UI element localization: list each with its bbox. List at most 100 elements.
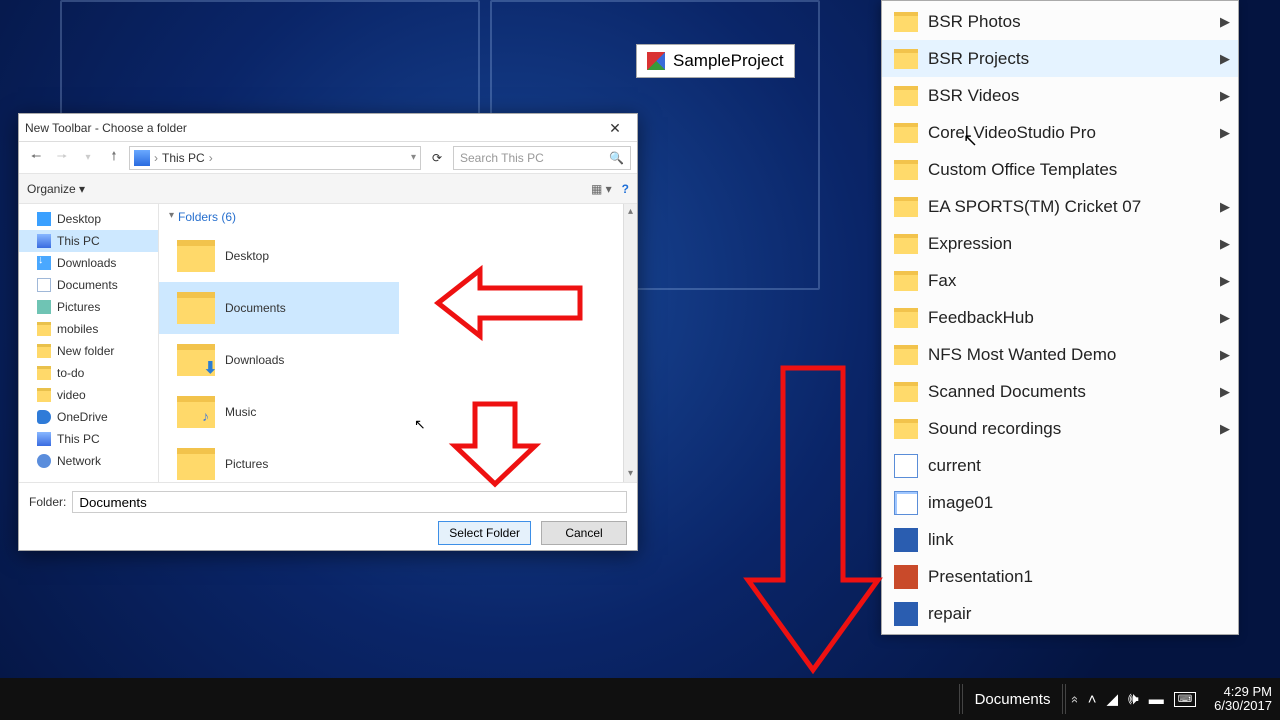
submenu-arrow-icon: ▶ bbox=[1220, 14, 1230, 30]
desktop-icon bbox=[37, 212, 51, 226]
folder-icon bbox=[894, 86, 918, 106]
address-bar[interactable]: This PC ▾ bbox=[129, 146, 421, 170]
search-placeholder: Search This PC bbox=[460, 151, 544, 165]
folder-icon bbox=[894, 308, 918, 328]
folder-icon: ⬇ bbox=[177, 344, 215, 376]
submenu-arrow-icon: ▶ bbox=[1220, 88, 1230, 104]
submenu-arrow-icon: ▶ bbox=[1220, 310, 1230, 326]
submenu-arrow-icon: ▶ bbox=[1220, 236, 1230, 252]
close-icon[interactable]: ✕ bbox=[599, 117, 631, 139]
nav-item-this-pc[interactable]: This PC bbox=[19, 230, 158, 252]
taskbar[interactable]: Documents » ˄ ◢ 🕪 ▬ ⌨ 4:29 PM 6/30/2017 bbox=[0, 678, 1280, 720]
word-icon bbox=[894, 528, 918, 552]
menu-item-image01[interactable]: image01 bbox=[882, 484, 1238, 521]
taskbar-toolbar-documents[interactable]: Documents bbox=[967, 678, 1059, 720]
nav-item-video[interactable]: video bbox=[19, 384, 158, 406]
help-button[interactable]: ? bbox=[622, 182, 629, 196]
folder-icon bbox=[177, 240, 215, 272]
taskbar-clock[interactable]: 4:29 PM 6/30/2017 bbox=[1206, 685, 1280, 714]
file-icon bbox=[894, 454, 918, 478]
submenu-arrow-icon: ▶ bbox=[1220, 273, 1230, 289]
submenu-arrow-icon: ▶ bbox=[1220, 125, 1230, 141]
submenu-arrow-icon: ▶ bbox=[1220, 384, 1230, 400]
refresh-button[interactable]: ⟳ bbox=[425, 151, 449, 165]
menu-item-repair[interactable]: repair bbox=[882, 595, 1238, 632]
scrollbar[interactable]: ▴ ▾ bbox=[623, 204, 637, 482]
folder-icon bbox=[894, 271, 918, 291]
folder-icon bbox=[894, 197, 918, 217]
clock-date: 6/30/2017 bbox=[1214, 699, 1272, 713]
nav-item-network[interactable]: Network bbox=[19, 450, 158, 472]
navigation-pane[interactable]: DesktopThis PCDownloadsDocumentsPictures… bbox=[19, 204, 159, 482]
menu-item-nfs-most-wanted-demo[interactable]: NFS Most Wanted Demo▶ bbox=[882, 336, 1238, 373]
search-input[interactable]: Search This PC 🔍 bbox=[453, 146, 631, 170]
folder-icon bbox=[894, 12, 918, 32]
cancel-button[interactable]: Cancel bbox=[541, 521, 627, 545]
documents-toolbar-menu[interactable]: BSR Photos▶BSR Projects▶BSR Videos▶Corel… bbox=[881, 0, 1239, 635]
menu-item-current[interactable]: current bbox=[882, 447, 1238, 484]
forward-button[interactable]: 🠖 bbox=[51, 147, 73, 168]
menu-item-bsr-photos[interactable]: BSR Photos▶ bbox=[882, 3, 1238, 40]
folders-group-header: Folders (6) bbox=[178, 210, 236, 224]
menu-item-ea-sports-tm-cricket-07[interactable]: EA SPORTS(TM) Cricket 07▶ bbox=[882, 188, 1238, 225]
wifi-icon[interactable]: ◢ bbox=[1106, 690, 1118, 708]
nav-item-downloads[interactable]: Downloads bbox=[19, 252, 158, 274]
annotation-arrow-down-large bbox=[738, 360, 888, 685]
down-icon bbox=[37, 256, 51, 270]
nav-item-onedrive[interactable]: OneDrive bbox=[19, 406, 158, 428]
toolbar-expand-icon[interactable]: » bbox=[1067, 695, 1082, 702]
chevron-down-icon[interactable]: ▾ bbox=[411, 152, 416, 163]
doc-icon bbox=[37, 278, 51, 292]
menu-item-link[interactable]: link bbox=[882, 521, 1238, 558]
annotation-arrow-left bbox=[430, 258, 590, 353]
menu-item-bsr-videos[interactable]: BSR Videos▶ bbox=[882, 77, 1238, 114]
folder-icon bbox=[894, 49, 918, 69]
menu-item-sound-recordings[interactable]: Sound recordings▶ bbox=[882, 410, 1238, 447]
nav-item-documents[interactable]: Documents bbox=[19, 274, 158, 296]
nav-item-new-folder[interactable]: New folder bbox=[19, 340, 158, 362]
dialog-titlebar[interactable]: New Toolbar - Choose a folder ✕ bbox=[19, 114, 637, 142]
menu-item-scanned-documents[interactable]: Scanned Documents▶ bbox=[882, 373, 1238, 410]
tray-overflow-icon[interactable]: ˄ bbox=[1088, 691, 1097, 708]
submenu-flyout[interactable]: SampleProject bbox=[636, 44, 795, 78]
nav-item-pictures[interactable]: Pictures bbox=[19, 296, 158, 318]
back-button[interactable]: 🠔 bbox=[25, 147, 47, 168]
submenu-arrow-icon: ▶ bbox=[1220, 421, 1230, 437]
nav-item-mobiles[interactable]: mobiles bbox=[19, 318, 158, 340]
folder-icon bbox=[894, 234, 918, 254]
folder-icon: ♪ bbox=[177, 396, 215, 428]
search-icon: 🔍 bbox=[609, 151, 624, 165]
folder-item-documents[interactable]: Documents bbox=[159, 282, 399, 334]
menu-item-feedbackhub[interactable]: FeedbackHub▶ bbox=[882, 299, 1238, 336]
folder-icon bbox=[894, 419, 918, 439]
folder-icon bbox=[37, 388, 51, 402]
powerpoint-icon bbox=[894, 565, 918, 589]
folder-icon bbox=[894, 382, 918, 402]
folder-icon bbox=[894, 160, 918, 180]
nav-item-to-do[interactable]: to-do bbox=[19, 362, 158, 384]
organize-menu[interactable]: Organize ▾ bbox=[27, 182, 85, 196]
menu-item-expression[interactable]: Expression▶ bbox=[882, 225, 1238, 262]
input-indicator-icon[interactable]: ⌨ bbox=[1174, 692, 1196, 707]
folder-item-pictures[interactable]: Pictures bbox=[159, 438, 637, 482]
flyout-label: SampleProject bbox=[673, 51, 784, 71]
network-icon bbox=[37, 454, 51, 468]
up-button[interactable]: 🠕 bbox=[103, 147, 125, 168]
select-folder-button[interactable]: Select Folder bbox=[438, 521, 531, 545]
menu-item-presentation1[interactable]: Presentation1 bbox=[882, 558, 1238, 595]
view-options-button[interactable]: ▦ ▾ bbox=[591, 182, 612, 196]
battery-icon[interactable]: ▬ bbox=[1149, 691, 1164, 708]
breadcrumb-current[interactable]: This PC bbox=[162, 151, 205, 165]
nav-item-desktop[interactable]: Desktop bbox=[19, 208, 158, 230]
menu-item-corel-videostudio-pro[interactable]: Corel VideoStudio Pro▶ bbox=[882, 114, 1238, 151]
volume-icon[interactable]: 🕪 bbox=[1128, 689, 1139, 709]
menu-item-bsr-projects[interactable]: BSR Projects▶ bbox=[882, 40, 1238, 77]
menu-item-custom-office-templates[interactable]: Custom Office Templates bbox=[882, 151, 1238, 188]
menu-item-fax[interactable]: Fax▶ bbox=[882, 262, 1238, 299]
image-icon bbox=[894, 491, 918, 515]
folder-item-music[interactable]: ♪Music bbox=[159, 386, 637, 438]
pc-icon bbox=[37, 432, 51, 446]
folder-icon bbox=[894, 123, 918, 143]
recent-locations-button[interactable]: ▾ bbox=[77, 152, 99, 163]
nav-item-this-pc[interactable]: This PC bbox=[19, 428, 158, 450]
